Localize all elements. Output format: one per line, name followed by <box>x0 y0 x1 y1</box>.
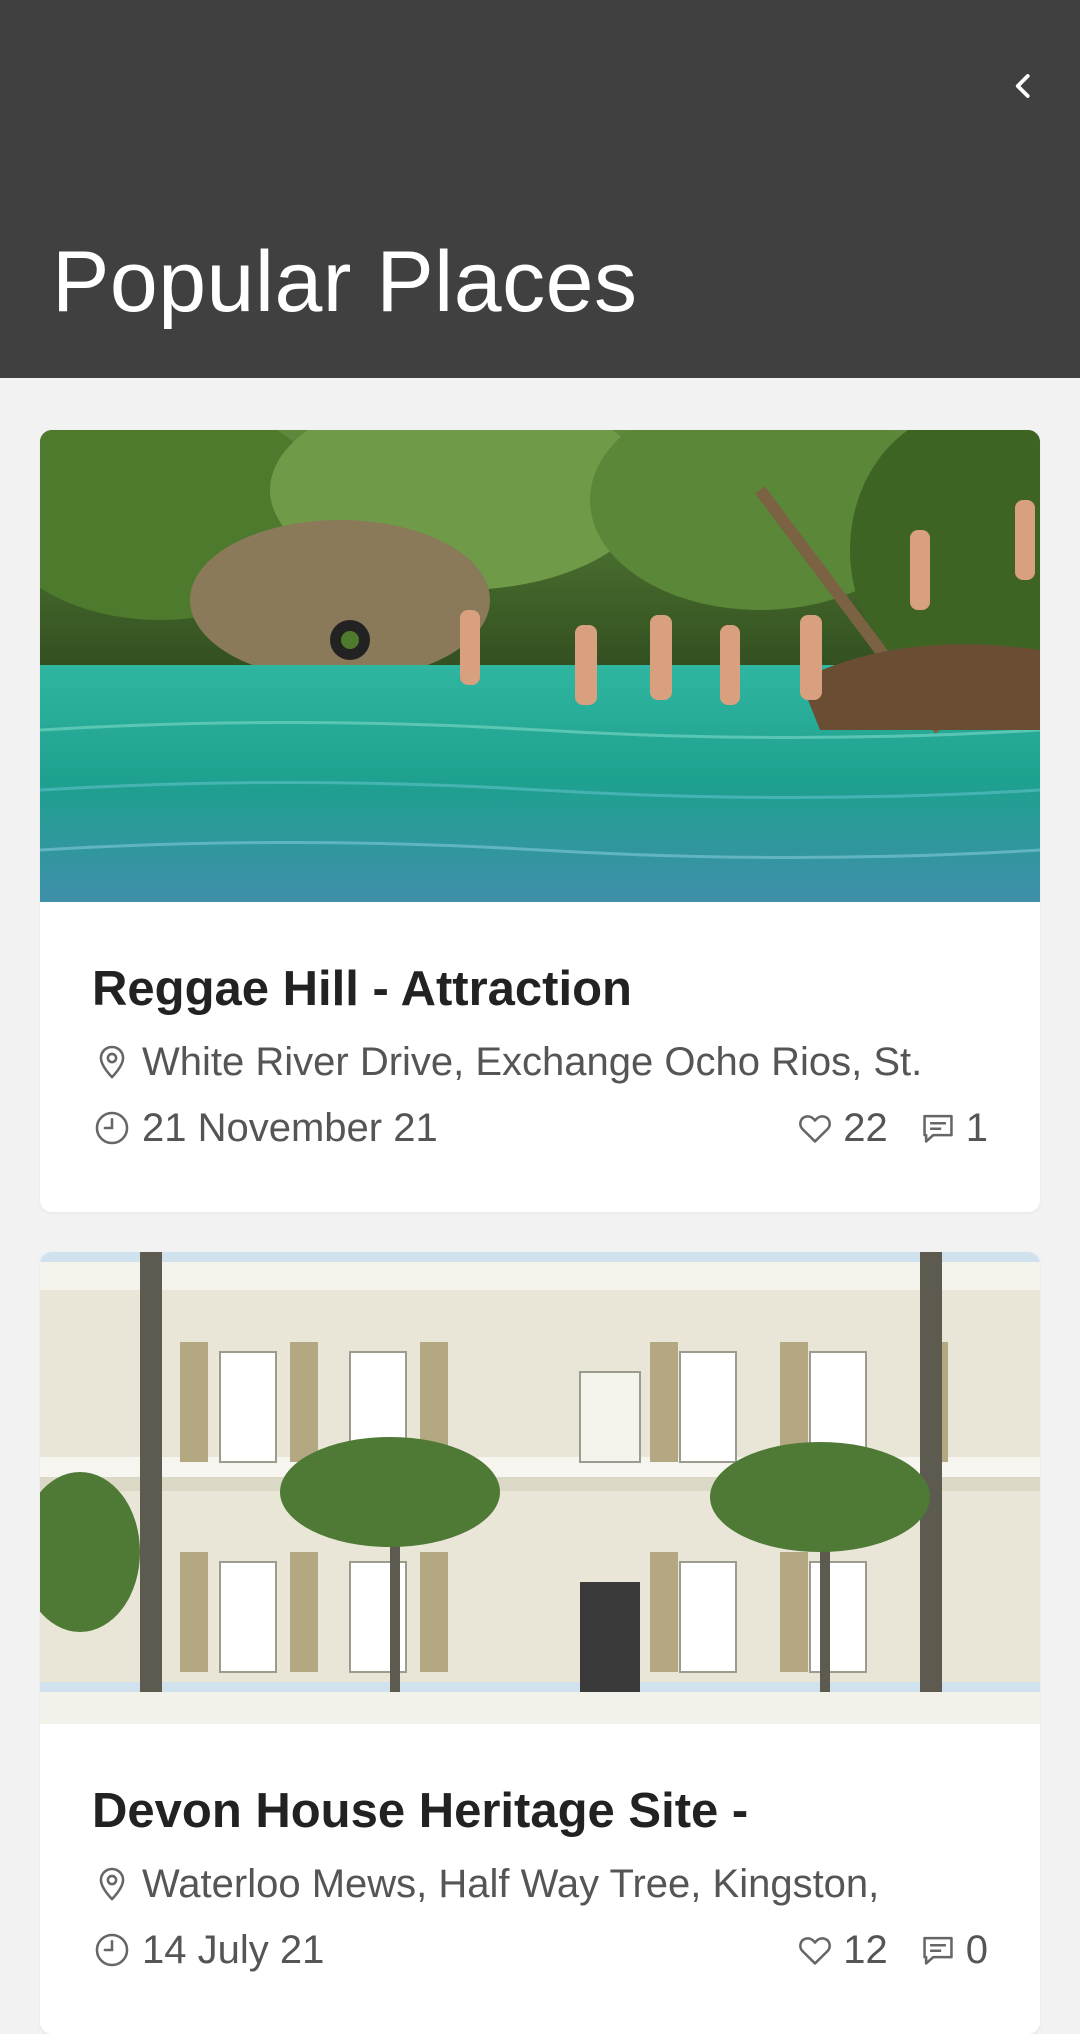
place-meta: 21 November 21 22 1 <box>92 1100 988 1156</box>
place-location-text: Waterloo Mews, Half Way Tree, Kingston, <box>142 1862 880 1906</box>
place-card-body: Devon House Heritage Site - Waterloo Mew… <box>40 1724 1040 2034</box>
place-date: 14 July 21 <box>142 1928 325 1972</box>
place-location: Waterloo Mews, Half Way Tree, Kingston, <box>92 1856 988 1912</box>
clock-icon <box>92 1930 132 1970</box>
like-count: 12 <box>843 1928 888 1972</box>
chevron-left-icon <box>1015 74 1030 98</box>
comment-icon <box>918 1930 958 1970</box>
comment-icon <box>918 1108 958 1148</box>
comment-count: 0 <box>965 1928 988 1972</box>
place-meta: 14 July 21 12 0 <box>92 1922 988 1978</box>
map-pin-icon <box>92 1042 132 1082</box>
places-list: Reggae Hill - Attraction White River Dri… <box>0 378 1080 2034</box>
place-card-body: Reggae Hill - Attraction White River Dri… <box>40 902 1040 1212</box>
comment-count: 1 <box>965 1106 988 1150</box>
place-location-text: White River Drive, Exchange Ocho Rios, S… <box>142 1040 923 1084</box>
like-button[interactable]: 12 <box>795 1922 888 1978</box>
place-location: White River Drive, Exchange Ocho Rios, S… <box>92 1034 988 1090</box>
place-title[interactable]: Reggae Hill - Attraction <box>92 958 988 1020</box>
place-card[interactable]: Reggae Hill - Attraction White River Dri… <box>40 430 1040 1212</box>
place-title[interactable]: Devon House Heritage Site - <box>92 1780 988 1842</box>
place-date: 21 November 21 <box>142 1106 438 1150</box>
place-card[interactable]: Devon House Heritage Site - Waterloo Mew… <box>40 1252 1040 2034</box>
map-pin-icon <box>92 1864 132 1904</box>
app-header: Popular Places <box>0 0 1080 378</box>
clock-icon <box>92 1108 132 1148</box>
like-count: 22 <box>843 1106 888 1150</box>
page-title: Popular Places <box>52 234 638 330</box>
comment-button[interactable]: 1 <box>918 1100 988 1156</box>
place-photo-mansion <box>40 1252 1040 1724</box>
comment-button[interactable]: 0 <box>918 1922 988 1978</box>
back-button[interactable] <box>996 58 1052 114</box>
heart-icon <box>795 1108 835 1148</box>
heart-icon <box>795 1930 835 1970</box>
place-photo-river <box>40 430 1040 902</box>
like-button[interactable]: 22 <box>795 1100 888 1156</box>
